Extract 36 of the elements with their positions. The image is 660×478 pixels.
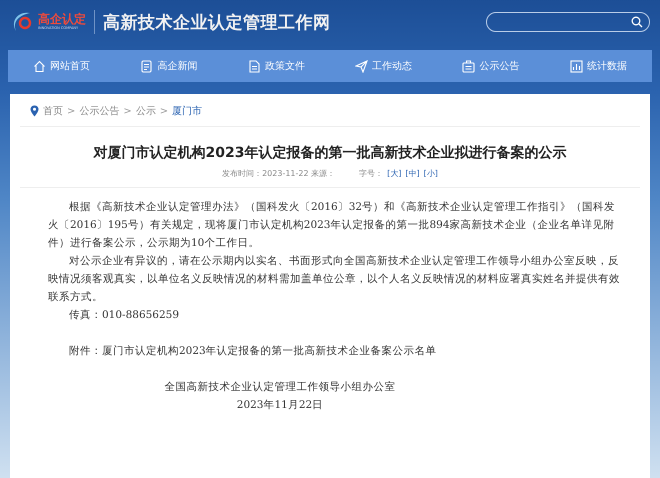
nav-item[interactable]: 统计数据 [570,59,627,73]
font-size-link[interactable]: [大] [387,168,402,179]
search-field[interactable] [486,12,650,32]
nav-item[interactable]: 网站首页 [33,59,90,73]
attachment-text: 附件：厦门市认定机构2023年认定报备的第一批高新技术企业备案公示名单 [68,344,438,359]
nav-item[interactable]: 工作动态 [355,59,412,73]
paragraph: 对公示企业有异议的，请在公示期内以实名、书面形式向全国高新技术企业认定管理工作领导小组办公室反映，反映情况须客观真实，以单位名义反映情况的材料需加盖单位公章，以个人名义反映情况的材料应署真实姓名并提供有效联系方式。 [48,254,621,305]
site-title: 高新技术企业认定管理工作网 [103,12,330,34]
breadcrumb-separator: > [160,106,168,116]
nav-item[interactable]: 政策文件 [248,59,305,73]
font-size-link[interactable]: [中] [405,168,420,179]
document-icon [248,60,261,72]
article-title: 对厦门市认定机构2023年认定报备的第一批高新技术企业拟进行备案的公示 [92,144,568,162]
logo-text: 高企认定 [38,13,86,26]
clipboard-icon [462,60,476,72]
breadcrumb-separator: > [67,106,76,116]
home-icon [33,60,46,72]
breadcrumb-separator: > [123,106,132,116]
font-size-link[interactable]: [小] [424,168,438,179]
nav-item[interactable]: 公示公告 [462,59,520,73]
publish-info: 发布时间：2023-11-22 来源： [222,168,336,179]
nav-item[interactable]: 高企新闻 [140,59,198,73]
paragraph: 传真：010-88656259 [68,308,180,323]
date-text: 2023年11月22日 [236,398,324,413]
breadcrumb-link[interactable]: 公示公告 [79,104,120,118]
paper-plane-icon [355,60,368,72]
chart-icon [570,60,583,72]
breadcrumb-link[interactable]: 公示 [136,104,156,118]
document-icon [140,60,154,72]
breadcrumb-link[interactable]: 首页 [43,104,63,118]
font-size-label: 字号： [359,168,384,179]
paragraph: 根据《高新技术企业认定管理办法》（国科发火〔2016〕32号）和《高新技术企业认定管理工作指引》（国科发火〔2016〕195号）有关规定，现将厦门市认定机构2023年认定报备的第一批894家高新技术企业（企业名单详见附件）进行备案公示，公示期为10个工作日。 [48,200,616,251]
location-pin-icon [30,105,39,117]
signature: 全国高新技术企业认定管理工作领导小组办公室 [164,380,396,395]
breadcrumb-link[interactable]: 厦门市 [172,104,202,118]
search-icon[interactable] [631,16,643,28]
